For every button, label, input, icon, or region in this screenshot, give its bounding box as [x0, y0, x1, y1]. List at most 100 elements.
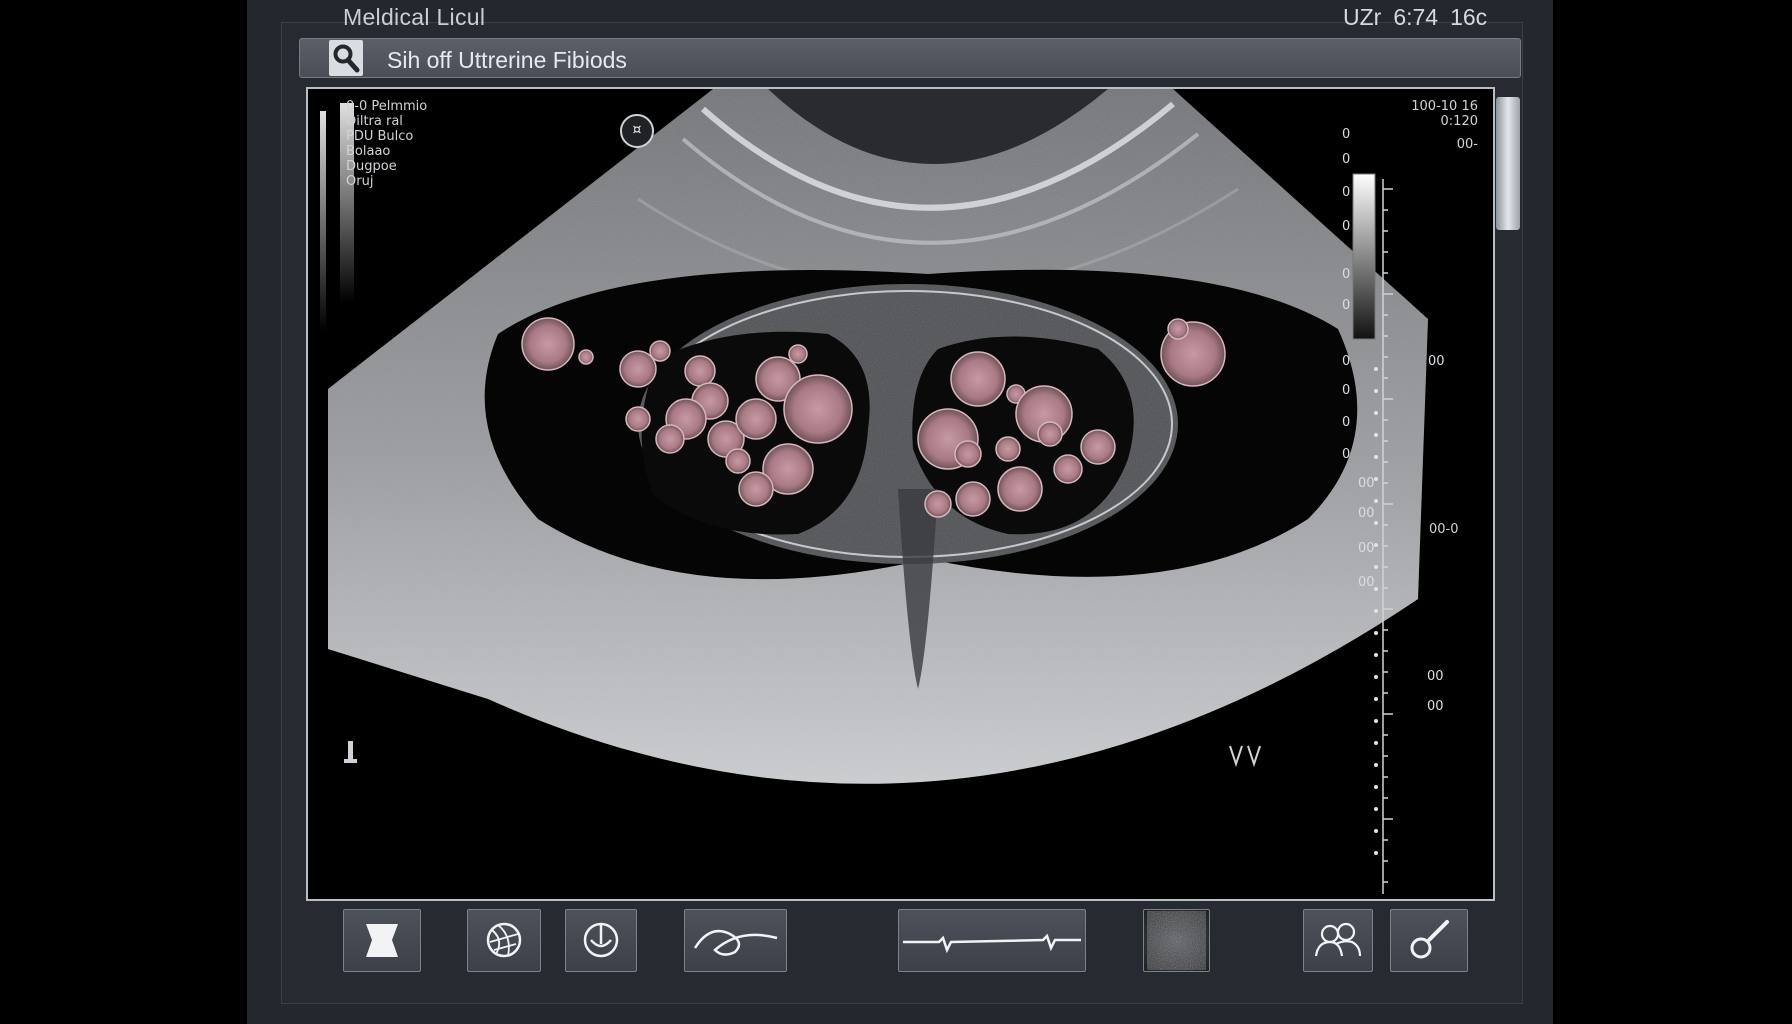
date-stamp: 100-10 16 0:120 00-: [1338, 99, 1478, 152]
depth-marker: 00-0: [1429, 522, 1459, 537]
curve-button[interactable]: [684, 909, 787, 972]
param-line: Dugpoe: [346, 159, 397, 174]
fibroid-nodule: [1167, 318, 1189, 340]
ultrasound-image: [320, 89, 1428, 894]
depth-label: 0: [1342, 267, 1351, 282]
fibroid-nodule: [997, 466, 1043, 512]
depth-label: 0: [1342, 354, 1351, 369]
clock-time: 6:74: [1393, 4, 1439, 30]
ruler-dot: [1374, 829, 1378, 833]
depth-label: 00: [1358, 575, 1375, 590]
scale-label: 00: [1427, 699, 1444, 714]
fibroid-nodule: [924, 490, 952, 518]
ruler-dot: [1374, 433, 1378, 437]
ruler-dot: [1374, 807, 1378, 811]
gain-label: 00-: [1456, 137, 1478, 152]
fibroid-nodule: [950, 351, 1006, 407]
date-line: 100-10 16: [1411, 99, 1478, 114]
ruler-dot: [1374, 719, 1378, 723]
ruler-dot: [1374, 367, 1378, 371]
search-query[interactable]: Sih off Uttrerine Fibiods: [387, 47, 627, 74]
ruler-dot: [1374, 631, 1378, 635]
curve-icon: [693, 929, 778, 956]
ruler-dot: [1374, 455, 1378, 459]
ruler-dot: [1374, 609, 1378, 613]
globe-icon: [486, 922, 522, 958]
ruler-dot: [1374, 785, 1378, 789]
waveform-button[interactable]: [898, 909, 1086, 972]
orientation-marker[interactable]: ¤: [620, 114, 654, 148]
param-line: Oiltra ral: [346, 114, 403, 129]
depth-label: 0: [1342, 152, 1351, 167]
people-button[interactable]: [1303, 909, 1373, 972]
fibroid-nodule: [735, 398, 777, 440]
depth-label: 00: [1358, 541, 1375, 556]
waveform-icon: [903, 933, 1081, 954]
depth-label: 0: [1342, 383, 1351, 398]
param-line: Bolaao: [346, 144, 391, 159]
bookmark-button[interactable]: [343, 909, 421, 972]
app-title: Meldical Licul: [343, 4, 486, 30]
ruler-dot: [1374, 763, 1378, 767]
fibroid-nodule: [1080, 429, 1116, 465]
fibroid-nodule: [649, 340, 671, 362]
fibroid-nodule: [1053, 454, 1083, 484]
ruler-dot: [1374, 851, 1378, 855]
ruler-dot: [1374, 411, 1378, 415]
ruler-dot: [1374, 543, 1378, 547]
probe-button[interactable]: [1390, 909, 1468, 972]
clock-label: UZr: [1343, 4, 1382, 30]
depth-label: 0: [1342, 415, 1351, 430]
fibroid-nodule: [788, 344, 808, 364]
fibroid-nodule: [578, 349, 594, 365]
bookmark-icon: [366, 924, 398, 957]
depth-label: 0: [1342, 127, 1351, 142]
ruler-dot: [1374, 587, 1378, 591]
param-line: Oruj: [346, 174, 374, 189]
fibroid-nodule: [655, 424, 685, 454]
compass-button[interactable]: [565, 909, 637, 972]
scan-parameters: 0-0 Pelmmio Oiltra ral PDU Bulco Bolaao …: [346, 99, 427, 189]
scrollbar-thumb[interactable]: [1496, 97, 1520, 230]
ruler-dot: [1374, 389, 1378, 393]
globe-button[interactable]: [467, 909, 541, 972]
fibroid-nodule: [738, 471, 774, 507]
search-icon: [333, 44, 360, 73]
param-line: 0-0 Pelmmio: [346, 99, 428, 114]
fibroid-nodule: [725, 448, 751, 474]
scale-label: 00: [1428, 354, 1445, 369]
depth-label: 00: [1358, 506, 1375, 521]
ruler-dot: [1374, 675, 1378, 679]
fibroid-nodule: [783, 374, 853, 444]
ruler-dot: [1374, 565, 1378, 569]
fibroid-nodule: [995, 436, 1021, 462]
fibroid-nodule: [521, 317, 575, 371]
clock-suffix: 16c: [1450, 4, 1488, 30]
depth-label: 0: [1342, 298, 1351, 313]
fibroid-nodule: [1037, 421, 1063, 447]
ruler-dot: [1374, 697, 1378, 701]
compass-icon: [583, 922, 619, 958]
fibroid-nodule: [625, 406, 651, 432]
fibroid-nodule: [954, 440, 982, 468]
ruler-dot: [1374, 499, 1378, 503]
depth-label: 0: [1342, 185, 1351, 200]
param-line: PDU Bulco: [346, 129, 414, 144]
ruler-dot: [1374, 477, 1378, 481]
probe-icon: [1410, 920, 1449, 959]
fibroid-nodule: [684, 355, 716, 387]
depth-label: 0: [1342, 219, 1351, 234]
people-icon: [1314, 922, 1362, 957]
scale-label: 00: [1427, 669, 1444, 684]
time-line: 0:120: [1440, 114, 1478, 129]
fibroid-nodule: [955, 481, 991, 517]
search-button[interactable]: [329, 40, 363, 76]
depth-label: 0: [1342, 447, 1351, 462]
fibroid-nodule: [619, 350, 657, 388]
texture-button[interactable]: [1143, 909, 1210, 972]
depth-label: 00: [1358, 476, 1375, 491]
ruler-dot: [1374, 653, 1378, 657]
ultrasound-viewport[interactable]: 0-0 Pelmmio Oiltra ral PDU Bulco Bolaao …: [306, 87, 1495, 901]
ruler-dot: [1374, 521, 1378, 525]
texture-icon: [1152, 916, 1201, 965]
